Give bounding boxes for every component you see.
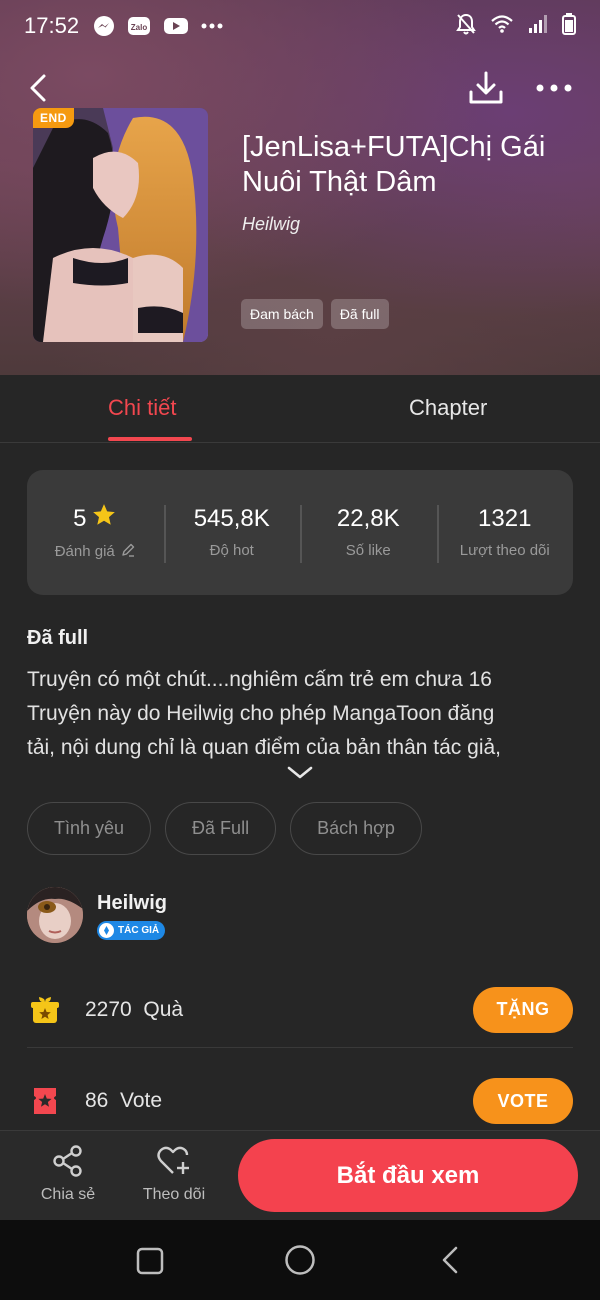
tag-list: Tình yêu Đã Full Bách hợp (27, 802, 422, 855)
stat-likes: 22,8K Số like (300, 503, 437, 563)
description-text[interactable]: Truyện có một chút....nghiêm cấm trẻ em … (27, 663, 577, 765)
heart-plus-icon (156, 1146, 192, 1181)
stats-panel: 5 Đánh giá 545,8K Độ hot 22,8K Số like 1… (27, 470, 573, 595)
youtube-icon (163, 15, 189, 37)
author-role-badge: TÁC GIẢ (97, 921, 166, 940)
system-nav-bar (0, 1220, 600, 1300)
mute-bell-icon (456, 13, 476, 40)
stat-followers: 1321 Lượt theo dõi (436, 503, 574, 563)
author-name[interactable]: Heilwig (97, 892, 167, 915)
more-icon[interactable] (534, 74, 574, 102)
tag-pill[interactable]: Tình yêu (27, 802, 152, 855)
vote-row: 86 Vote VOTE (27, 1063, 573, 1139)
download-icon[interactable] (466, 68, 506, 108)
edit-pencil-icon[interactable] (120, 542, 136, 562)
status-time: 17:52 (24, 13, 80, 38)
status-chip[interactable]: Đã full (330, 299, 389, 329)
tab-bar: Chi tiết Chapter (0, 375, 600, 443)
vote-count-text: 86 Vote (85, 1089, 162, 1113)
hot-value: 545,8K (193, 504, 270, 532)
likes-value: 22,8K (336, 504, 400, 532)
wifi-icon (490, 14, 514, 39)
cover-artwork (33, 108, 208, 342)
description-line: tải, nội dung chỉ là quan điểm của bản t… (27, 736, 501, 759)
genre-chips: Đam bách Đã full (241, 299, 389, 329)
followers-value: 1321 (478, 504, 532, 532)
author-badge-icon (99, 923, 114, 938)
gift-count-text: 2270 Quà (85, 998, 183, 1022)
gift-row: 2270 Quà TẶNG (27, 972, 573, 1048)
expand-chevron-icon[interactable] (286, 764, 314, 782)
give-gift-button[interactable]: TẶNG (473, 986, 573, 1033)
more-dots-icon (201, 15, 223, 37)
home-icon[interactable] (284, 1244, 316, 1281)
messenger-icon (93, 15, 115, 37)
description-line: Truyện này do Heilwig cho phép MangaToon… (27, 702, 495, 725)
share-label: Chia sẻ (40, 1186, 96, 1203)
gift-icon (27, 992, 63, 1028)
signal-icon (528, 14, 548, 39)
back-arrow-icon[interactable] (24, 70, 60, 106)
description-line: Truyện có một chút....nghiêm cấm trẻ em … (27, 668, 492, 691)
follow-button[interactable]: Theo dõi (129, 1145, 219, 1204)
vote-count: 86 (85, 1089, 109, 1112)
share-button[interactable]: Chia sẻ (23, 1145, 113, 1204)
rating-label: Đánh giá (54, 543, 115, 560)
manga-cover[interactable]: END (33, 108, 208, 342)
stat-rating[interactable]: 5 Đánh giá (27, 503, 164, 563)
genre-chip[interactable]: Đam bách (241, 299, 323, 329)
author-card[interactable]: Heilwig TÁC GIẢ (27, 887, 573, 947)
vote-button[interactable]: VOTE (473, 1078, 573, 1124)
manga-author[interactable]: Heilwig (242, 214, 300, 235)
bottom-action-bar: Chia sẻ Theo dõi Bắt đầu xem (0, 1130, 600, 1220)
hot-label: Độ hot (209, 541, 254, 559)
hero-header: 17:52 Zalo END [JenLisa+FUTA]Chị Gái Nuô… (0, 0, 600, 375)
tab-chapter[interactable]: Chapter (409, 395, 487, 421)
rating-value: 5 (73, 504, 87, 532)
nav-back-icon[interactable] (440, 1245, 460, 1280)
completion-status: Đã full (27, 627, 89, 649)
share-icon (51, 1145, 85, 1181)
follow-label: Theo dõi (142, 1186, 206, 1203)
zalo-icon: Zalo (127, 15, 151, 37)
author-badge-label: TÁC GIẢ (118, 925, 160, 936)
ticket-icon (27, 1083, 63, 1119)
followers-label: Lượt theo dõi (459, 541, 550, 559)
avatar[interactable] (27, 887, 83, 943)
gift-unit: Quà (143, 997, 184, 1021)
likes-label: Số like (345, 541, 391, 559)
battery-icon (562, 12, 576, 40)
tab-indicator (108, 437, 192, 441)
stat-hot: 545,8K Độ hot (163, 503, 301, 563)
manga-title: [JenLisa+FUTA]Chị Gái Nuôi Thật Dâm (242, 131, 546, 198)
top-nav (0, 66, 600, 110)
gift-count: 2270 (85, 997, 132, 1021)
tag-pill[interactable]: Đã Full (165, 802, 277, 855)
start-reading-button[interactable]: Bắt đầu xem (238, 1139, 578, 1212)
end-badge: END (33, 108, 74, 128)
recents-icon[interactable] (136, 1247, 164, 1280)
tag-pill[interactable]: Bách hợp (290, 802, 422, 855)
tab-details[interactable]: Chi tiết (108, 395, 176, 421)
star-icon (91, 502, 117, 535)
status-bar: 17:52 Zalo (0, 0, 600, 52)
vote-unit: Vote (120, 1089, 163, 1112)
zalo-text: Zalo (131, 23, 148, 32)
